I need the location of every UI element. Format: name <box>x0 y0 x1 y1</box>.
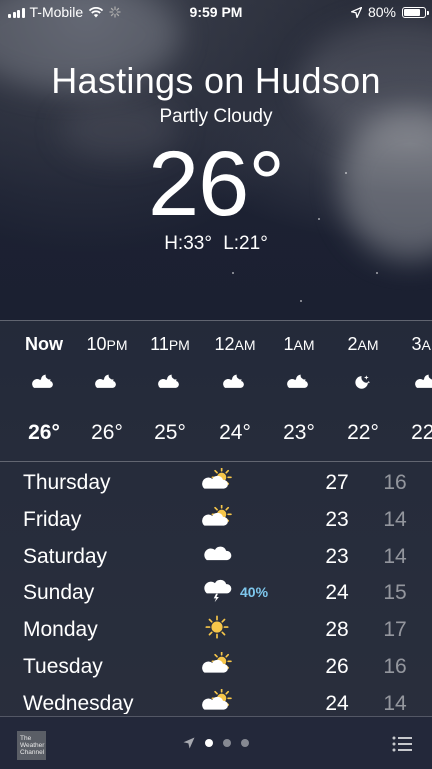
bottom-toolbar: The Weather Channel <box>0 716 432 769</box>
hour-label: 2AM <box>347 334 379 354</box>
day-name: Saturday <box>23 544 108 568</box>
condition-label: Partly Cloudy <box>159 106 273 127</box>
day-high: 27 <box>325 471 349 494</box>
day-high: 26 <box>325 655 349 678</box>
day-high: 28 <box>325 618 349 642</box>
daily-row: Monday 28 17 <box>0 609 432 646</box>
partly-sunny-icon <box>201 687 233 714</box>
daily-row: Thursday 27 16 <box>0 462 432 499</box>
clear-night-icon <box>351 373 377 395</box>
daily-row: Wednesday 24 14 <box>0 683 432 714</box>
page-dot[interactable] <box>223 739 231 747</box>
day-low: 17 <box>383 618 407 642</box>
hour-temp: 26° <box>91 421 123 444</box>
hour-temp: 26° <box>28 421 60 444</box>
hour-label: 10PM <box>86 334 128 354</box>
daily-row: Sunday 40% 24 15 <box>0 572 432 609</box>
hour-temp: 22° <box>347 421 379 444</box>
location-arrow-icon <box>350 6 362 18</box>
day-name: Sunday <box>23 581 95 605</box>
day-high: 24 <box>325 691 349 714</box>
day-low: 16 <box>383 655 407 678</box>
page-dot[interactable] <box>205 739 213 747</box>
hour-label: 11PM <box>150 334 190 354</box>
location-arrow-icon <box>183 737 195 749</box>
hour-label: 1AM <box>283 334 315 354</box>
battery-icon <box>402 6 429 18</box>
precip-chance: 40% <box>240 584 269 601</box>
daily-row: Tuesday 26 16 <box>0 646 432 683</box>
partly-sunny-icon <box>201 503 233 531</box>
battery-percent: 80% <box>367 4 396 20</box>
hour-label: 12AM <box>214 334 256 354</box>
day-low: 16 <box>383 471 407 494</box>
page-indicator[interactable] <box>0 737 432 749</box>
hour-temp: 23° <box>283 421 315 444</box>
day-low: 14 <box>383 507 407 531</box>
list-icon[interactable] <box>392 736 412 752</box>
hour-temp: 22° <box>411 421 432 444</box>
hour-temp: 25° <box>154 421 186 444</box>
day-high: 23 <box>325 507 349 531</box>
day-name: Tuesday <box>23 655 103 678</box>
day-high: 23 <box>325 544 349 568</box>
hour-label: 3AM <box>411 334 432 354</box>
day-low: 15 <box>383 581 407 605</box>
partly-cloudy-night-icon <box>32 373 58 395</box>
city-name: Hastings on Hudson <box>51 60 381 101</box>
partly-cloudy-night-icon <box>287 373 313 395</box>
partly-sunny-icon <box>201 651 233 678</box>
hour-temp: 24° <box>219 421 251 444</box>
day-name: Wednesday <box>23 691 134 714</box>
sun-icon <box>201 615 233 641</box>
page-dot[interactable] <box>241 739 249 747</box>
day-name: Monday <box>23 618 98 642</box>
partly-cloudy-night-icon <box>415 373 432 395</box>
hi-lo-label: H:33° L:21° <box>164 233 268 254</box>
day-high: 24 <box>325 581 349 605</box>
partly-cloudy-night-icon <box>223 373 249 395</box>
partly-cloudy-night-icon <box>158 373 184 395</box>
day-name: Friday <box>23 507 82 531</box>
partly-sunny-icon <box>201 467 233 494</box>
day-low: 14 <box>383 544 407 568</box>
day-name: Thursday <box>23 471 111 494</box>
current-temperature: 26° <box>147 133 285 235</box>
thunderstorm-icon <box>201 578 233 604</box>
partly-cloudy-night-icon <box>95 373 121 395</box>
day-low: 14 <box>383 691 407 714</box>
hour-label: Now <box>25 334 63 354</box>
daily-row: Friday 23 14 <box>0 499 432 536</box>
cloud-icon <box>201 542 233 568</box>
daily-forecast[interactable]: Thursday 27 16 Friday 23 14 Saturday 23 14 Sunday… <box>0 462 432 714</box>
hourly-forecast[interactable]: Now 26° 10PM 26° 11PM 25° 12AM 24° 1AM 23° 2AM 22° 3… <box>0 320 432 462</box>
status-bar: T-Mobile 9:59 PM 80% <box>0 0 432 24</box>
daily-row: Saturday 23 14 <box>0 536 432 573</box>
